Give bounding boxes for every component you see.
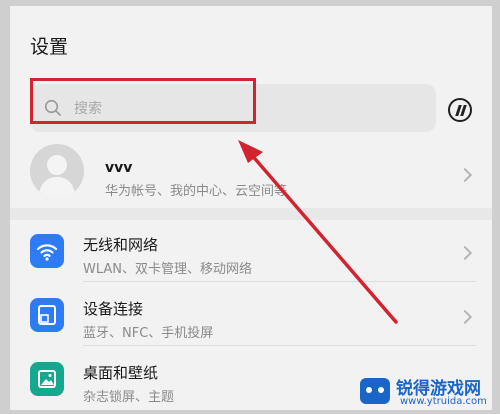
gamepad-logo-icon <box>360 378 390 404</box>
annotation-arrow <box>238 140 398 324</box>
watermark-url: www.ytruida.com <box>400 396 487 407</box>
